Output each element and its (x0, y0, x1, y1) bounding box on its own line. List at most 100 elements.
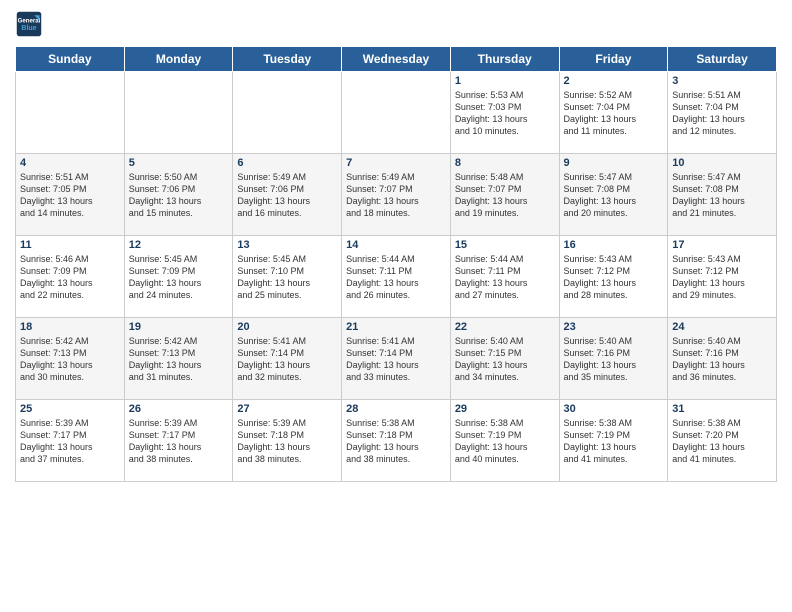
day-number: 8 (455, 157, 555, 169)
day-cell: 8 Sunrise: 5:48 AM Sunset: 7:07 PM Daylig… (450, 154, 559, 236)
day-cell: 6 Sunrise: 5:49 AM Sunset: 7:06 PM Daylig… (233, 154, 342, 236)
day-cell: 10 Sunrise: 5:47 AM Sunset: 7:08 PM Dayli… (668, 154, 777, 236)
day-cell: 17 Sunrise: 5:43 AM Sunset: 7:12 PM Dayli… (668, 236, 777, 318)
day-number: 19 (129, 321, 229, 333)
day-cell: 5Sunrise: 5:50 AM Sunset: 7:06 PM Daylig… (124, 154, 233, 236)
logo: General Blue (15, 10, 43, 38)
day-info: Sunrise: 5:39 AM Sunset: 7:17 PM Dayligh… (129, 417, 229, 466)
day-number: 16 (564, 239, 664, 251)
day-number: 17 (672, 239, 772, 251)
weekday-tuesday: Tuesday (233, 47, 342, 72)
day-cell: 22 Sunrise: 5:40 AM Sunset: 7:15 PM Dayli… (450, 318, 559, 400)
day-cell: 24 Sunrise: 5:40 AM Sunset: 7:16 PM Dayli… (668, 318, 777, 400)
day-number: 26 (129, 403, 229, 415)
calendar-table: SundayMondayTuesdayWednesdayThursdayFrid… (15, 46, 777, 482)
weekday-header-row: SundayMondayTuesdayWednesdayThursdayFrid… (16, 47, 777, 72)
day-cell: 30Sunrise: 5:38 AM Sunset: 7:19 PM Dayli… (559, 400, 668, 482)
day-info: Sunrise: 5:45 AM Sunset: 7:10 PM Dayligh… (237, 253, 337, 302)
day-cell: 25Sunrise: 5:39 AM Sunset: 7:17 PM Dayli… (16, 400, 125, 482)
day-info: Sunrise: 5:49 AM Sunset: 7:06 PM Dayligh… (237, 171, 337, 220)
day-number: 21 (346, 321, 446, 333)
day-info: Sunrise: 5:51 AM Sunset: 7:04 PM Dayligh… (672, 89, 772, 138)
week-row-2: 11 Sunrise: 5:46 AM Sunset: 7:09 PM Dayli… (16, 236, 777, 318)
week-row-4: 25Sunrise: 5:39 AM Sunset: 7:17 PM Dayli… (16, 400, 777, 482)
day-number: 12 (129, 239, 229, 251)
calendar-page: General Blue SundayMondayTuesdayWednesda… (0, 0, 792, 612)
day-info: Sunrise: 5:38 AM Sunset: 7:19 PM Dayligh… (564, 417, 664, 466)
day-cell: 4 Sunrise: 5:51 AM Sunset: 7:05 PM Daylig… (16, 154, 125, 236)
day-info: Sunrise: 5:40 AM Sunset: 7:16 PM Dayligh… (672, 335, 772, 384)
day-number: 20 (237, 321, 337, 333)
weekday-saturday: Saturday (668, 47, 777, 72)
logo-icon: General Blue (15, 10, 43, 38)
day-info: Sunrise: 5:45 AM Sunset: 7:09 PM Dayligh… (129, 253, 229, 302)
day-info: Sunrise: 5:41 AM Sunset: 7:14 PM Dayligh… (346, 335, 446, 384)
day-info: Sunrise: 5:49 AM Sunset: 7:07 PM Dayligh… (346, 171, 446, 220)
day-cell: 31Sunrise: 5:38 AM Sunset: 7:20 PM Dayli… (668, 400, 777, 482)
day-cell: 7 Sunrise: 5:49 AM Sunset: 7:07 PM Daylig… (342, 154, 451, 236)
day-number: 2 (564, 75, 664, 87)
day-info: Sunrise: 5:50 AM Sunset: 7:06 PM Dayligh… (129, 171, 229, 220)
header: General Blue (15, 10, 777, 38)
day-number: 24 (672, 321, 772, 333)
day-cell (124, 72, 233, 154)
week-row-1: 4 Sunrise: 5:51 AM Sunset: 7:05 PM Daylig… (16, 154, 777, 236)
day-info: Sunrise: 5:47 AM Sunset: 7:08 PM Dayligh… (564, 171, 664, 220)
day-info: Sunrise: 5:46 AM Sunset: 7:09 PM Dayligh… (20, 253, 120, 302)
day-cell: 1Sunrise: 5:53 AM Sunset: 7:03 PM Daylig… (450, 72, 559, 154)
day-number: 22 (455, 321, 555, 333)
weekday-monday: Monday (124, 47, 233, 72)
day-number: 9 (564, 157, 664, 169)
day-cell: 12 Sunrise: 5:45 AM Sunset: 7:09 PM Dayli… (124, 236, 233, 318)
day-number: 7 (346, 157, 446, 169)
day-number: 14 (346, 239, 446, 251)
day-number: 29 (455, 403, 555, 415)
day-number: 3 (672, 75, 772, 87)
day-cell: 23 Sunrise: 5:40 AM Sunset: 7:16 PM Dayli… (559, 318, 668, 400)
weekday-sunday: Sunday (16, 47, 125, 72)
day-number: 31 (672, 403, 772, 415)
day-number: 28 (346, 403, 446, 415)
day-number: 6 (237, 157, 337, 169)
day-info: Sunrise: 5:40 AM Sunset: 7:16 PM Dayligh… (564, 335, 664, 384)
day-info: Sunrise: 5:42 AM Sunset: 7:13 PM Dayligh… (129, 335, 229, 384)
day-info: Sunrise: 5:38 AM Sunset: 7:19 PM Dayligh… (455, 417, 555, 466)
day-cell: 14 Sunrise: 5:44 AM Sunset: 7:11 PM Dayli… (342, 236, 451, 318)
day-cell (342, 72, 451, 154)
day-info: Sunrise: 5:44 AM Sunset: 7:11 PM Dayligh… (455, 253, 555, 302)
day-cell (16, 72, 125, 154)
day-number: 11 (20, 239, 120, 251)
day-cell: 3 Sunrise: 5:51 AM Sunset: 7:04 PM Daylig… (668, 72, 777, 154)
day-info: Sunrise: 5:43 AM Sunset: 7:12 PM Dayligh… (672, 253, 772, 302)
day-info: Sunrise: 5:43 AM Sunset: 7:12 PM Dayligh… (564, 253, 664, 302)
day-cell: 18Sunrise: 5:42 AM Sunset: 7:13 PM Dayli… (16, 318, 125, 400)
svg-text:Blue: Blue (21, 25, 36, 32)
day-number: 1 (455, 75, 555, 87)
day-cell: 27Sunrise: 5:39 AM Sunset: 7:18 PM Dayli… (233, 400, 342, 482)
weekday-wednesday: Wednesday (342, 47, 451, 72)
day-number: 10 (672, 157, 772, 169)
day-info: Sunrise: 5:42 AM Sunset: 7:13 PM Dayligh… (20, 335, 120, 384)
week-row-3: 18Sunrise: 5:42 AM Sunset: 7:13 PM Dayli… (16, 318, 777, 400)
day-info: Sunrise: 5:41 AM Sunset: 7:14 PM Dayligh… (237, 335, 337, 384)
day-number: 23 (564, 321, 664, 333)
day-cell: 19 Sunrise: 5:42 AM Sunset: 7:13 PM Dayli… (124, 318, 233, 400)
day-cell: 21 Sunrise: 5:41 AM Sunset: 7:14 PM Dayli… (342, 318, 451, 400)
day-number: 4 (20, 157, 120, 169)
day-cell: 28Sunrise: 5:38 AM Sunset: 7:18 PM Dayli… (342, 400, 451, 482)
calendar-body: 1Sunrise: 5:53 AM Sunset: 7:03 PM Daylig… (16, 72, 777, 482)
day-info: Sunrise: 5:48 AM Sunset: 7:07 PM Dayligh… (455, 171, 555, 220)
week-row-0: 1Sunrise: 5:53 AM Sunset: 7:03 PM Daylig… (16, 72, 777, 154)
day-info: Sunrise: 5:47 AM Sunset: 7:08 PM Dayligh… (672, 171, 772, 220)
day-info: Sunrise: 5:51 AM Sunset: 7:05 PM Dayligh… (20, 171, 120, 220)
day-info: Sunrise: 5:44 AM Sunset: 7:11 PM Dayligh… (346, 253, 446, 302)
day-number: 15 (455, 239, 555, 251)
day-cell: 20 Sunrise: 5:41 AM Sunset: 7:14 PM Dayli… (233, 318, 342, 400)
weekday-friday: Friday (559, 47, 668, 72)
day-cell: 11 Sunrise: 5:46 AM Sunset: 7:09 PM Dayli… (16, 236, 125, 318)
calendar-header: SundayMondayTuesdayWednesdayThursdayFrid… (16, 47, 777, 72)
day-info: Sunrise: 5:40 AM Sunset: 7:15 PM Dayligh… (455, 335, 555, 384)
weekday-thursday: Thursday (450, 47, 559, 72)
day-info: Sunrise: 5:52 AM Sunset: 7:04 PM Dayligh… (564, 89, 664, 138)
day-info: Sunrise: 5:39 AM Sunset: 7:17 PM Dayligh… (20, 417, 120, 466)
